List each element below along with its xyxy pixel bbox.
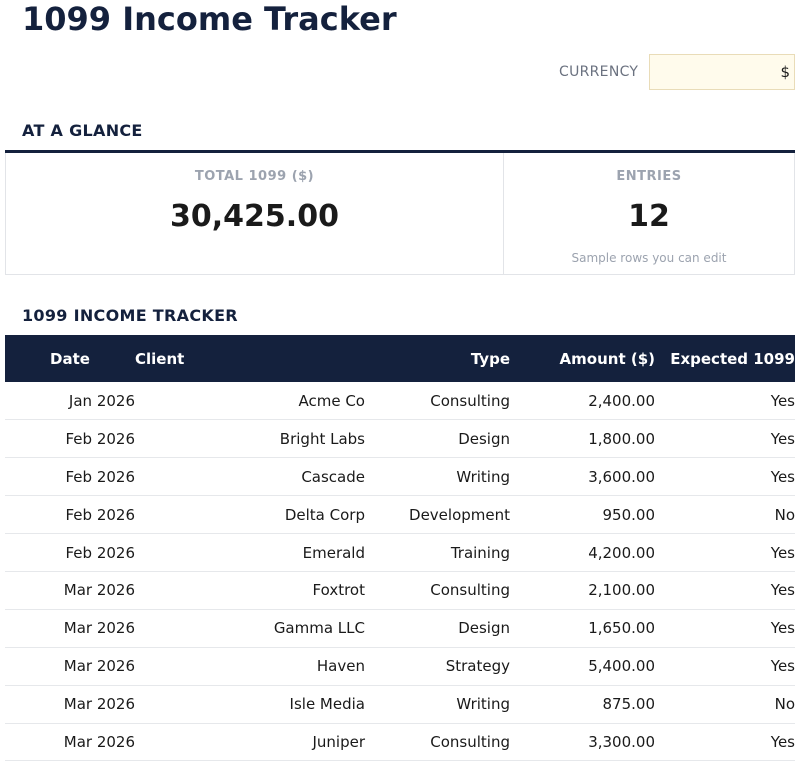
cell-type[interactable]: Design — [365, 609, 510, 648]
cell-client[interactable]: Delta Corp — [135, 495, 365, 535]
cell-type[interactable]: Consulting — [365, 723, 510, 762]
cell-date[interactable]: Mar 2026 — [5, 609, 135, 648]
currency-label: CURRENCY — [559, 64, 639, 80]
cell-date[interactable]: Mar 2026 — [5, 571, 135, 610]
table-row: Feb 2026 Delta Corp Development 950.00 N… — [5, 495, 795, 535]
total-1099-card: TOTAL 1099 ($) 30,425.00 — [5, 153, 504, 275]
cell-amount[interactable]: 4,200.00 — [510, 533, 655, 572]
cell-expected-1099[interactable]: Yes — [655, 457, 795, 497]
income-tracker-heading: 1099 INCOME TRACKER — [22, 306, 238, 325]
cell-amount[interactable]: 5,400.00 — [510, 647, 655, 686]
table-row: Mar 2026 Gamma LLC Design 1,650.00 Yes — [5, 609, 795, 648]
cell-expected-1099[interactable]: Yes — [655, 647, 795, 686]
cell-client[interactable]: Acme Co — [135, 382, 365, 421]
cell-date[interactable]: Jan 2026 — [5, 382, 135, 421]
total-1099-label: TOTAL 1099 ($) — [194, 169, 315, 184]
cell-expected-1099[interactable]: No — [655, 685, 795, 724]
cell-type[interactable]: Consulting — [365, 382, 510, 421]
column-header-expected-1099[interactable]: Expected 1099 — [655, 335, 795, 382]
column-header-client[interactable]: Client — [135, 335, 365, 382]
cell-expected-1099[interactable]: Yes — [655, 382, 795, 421]
table-row: Feb 2026 Emerald Training 4,200.00 Yes — [5, 533, 795, 572]
cell-expected-1099[interactable]: Yes — [655, 571, 795, 610]
cell-expected-1099[interactable]: Yes — [655, 419, 795, 459]
cell-type[interactable]: Writing — [365, 685, 510, 724]
table-row: Feb 2026 Bright Labs Design 1,800.00 Yes — [5, 419, 795, 459]
cell-amount[interactable]: 950.00 — [510, 495, 655, 535]
table-row: Mar 2026 Haven Strategy 5,400.00 Yes — [5, 647, 795, 686]
cell-client[interactable]: Emerald — [135, 533, 365, 572]
cell-date[interactable]: Feb 2026 — [5, 419, 135, 459]
cell-type[interactable]: Writing — [365, 457, 510, 497]
cell-amount[interactable]: 1,800.00 — [510, 419, 655, 459]
cell-date[interactable]: Mar 2026 — [5, 685, 135, 724]
column-header-amount[interactable]: Amount ($) — [510, 335, 655, 382]
cell-type[interactable]: Strategy — [365, 647, 510, 686]
at-a-glance-panel: TOTAL 1099 ($) 30,425.00 ENTRIES 12 Samp… — [5, 150, 795, 275]
entries-card: ENTRIES 12 Sample rows you can edit — [504, 153, 795, 275]
table-row: Mar 2026 Foxtrot Consulting 2,100.00 Yes — [5, 571, 795, 610]
cell-client[interactable]: Cascade — [135, 457, 365, 497]
cell-client[interactable]: Foxtrot — [135, 571, 365, 610]
income-tracker-table: Date Client Type Amount ($) Expected 109… — [5, 335, 795, 762]
entries-label: ENTRIES — [616, 169, 682, 184]
cell-date[interactable]: Feb 2026 — [5, 457, 135, 497]
cell-amount[interactable]: 3,600.00 — [510, 457, 655, 497]
cell-date[interactable]: Mar 2026 — [5, 723, 135, 762]
cell-client[interactable]: Isle Media — [135, 685, 365, 724]
cell-client[interactable]: Gamma LLC — [135, 609, 365, 648]
cell-amount[interactable]: 875.00 — [510, 685, 655, 724]
cell-amount[interactable]: 2,100.00 — [510, 571, 655, 610]
currency-input[interactable] — [649, 54, 795, 90]
table-row: Feb 2026 Cascade Writing 3,600.00 Yes — [5, 457, 795, 497]
cell-expected-1099[interactable]: Yes — [655, 723, 795, 762]
at-a-glance-heading: AT A GLANCE — [22, 121, 143, 140]
cell-type[interactable]: Training — [365, 533, 510, 572]
cell-date[interactable]: Feb 2026 — [5, 495, 135, 535]
cell-expected-1099[interactable]: Yes — [655, 609, 795, 648]
table-row: Mar 2026 Isle Media Writing 875.00 No — [5, 685, 795, 724]
page-title: 1099 Income Tracker — [22, 0, 397, 38]
total-1099-value: 30,425.00 — [170, 199, 339, 234]
cell-amount[interactable]: 2,400.00 — [510, 382, 655, 421]
cell-expected-1099[interactable]: No — [655, 495, 795, 535]
table-row: Mar 2026 Juniper Consulting 3,300.00 Yes — [5, 723, 795, 762]
cell-date[interactable]: Feb 2026 — [5, 533, 135, 572]
table-header-row: Date Client Type Amount ($) Expected 109… — [5, 335, 795, 382]
cell-type[interactable]: Consulting — [365, 571, 510, 610]
entries-note: Sample rows you can edit — [571, 251, 727, 265]
cell-type[interactable]: Design — [365, 419, 510, 459]
cell-amount[interactable]: 3,300.00 — [510, 723, 655, 762]
cell-type[interactable]: Development — [365, 495, 510, 535]
cell-client[interactable]: Bright Labs — [135, 419, 365, 459]
cell-expected-1099[interactable]: Yes — [655, 533, 795, 572]
cell-client[interactable]: Haven — [135, 647, 365, 686]
table-row: Jan 2026 Acme Co Consulting 2,400.00 Yes — [5, 382, 795, 421]
cell-date[interactable]: Mar 2026 — [5, 647, 135, 686]
cell-client[interactable]: Juniper — [135, 723, 365, 762]
column-header-date[interactable]: Date — [5, 335, 135, 382]
entries-value: 12 — [628, 199, 670, 234]
column-header-type[interactable]: Type — [365, 335, 510, 382]
cell-amount[interactable]: 1,650.00 — [510, 609, 655, 648]
